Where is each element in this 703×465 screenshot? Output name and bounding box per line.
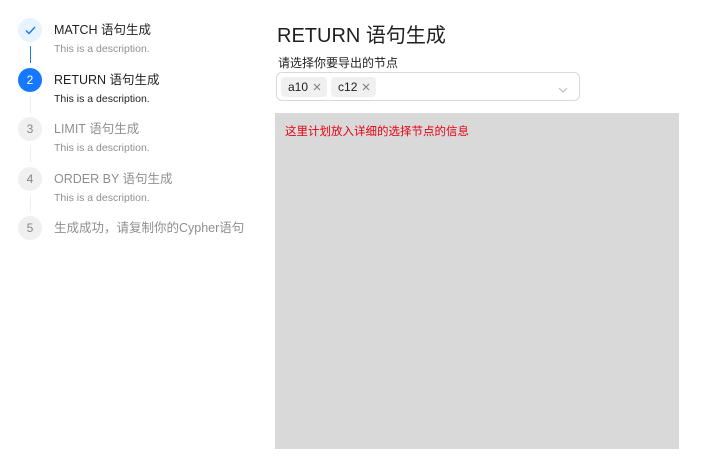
step-order-by[interactable]: 4 ORDER BY 语句生成 This is a description. [18,166,268,217]
chevron-down-icon[interactable] [558,82,568,93]
step-success[interactable]: 5 生成成功，请复制你的Cypher语句 [18,216,268,266]
step-connector [29,194,31,212]
step-description: This is a description. [54,92,150,105]
step-title: LIMIT 语句生成 [54,122,140,136]
node-detail-panel: 这里计划放入详细的选择节点的信息 [275,113,679,449]
step-number-badge: 2 [18,67,42,92]
close-icon[interactable] [312,82,322,92]
step-description: This is a description. [54,142,150,154]
step-limit[interactable]: 3 LIMIT 语句生成 This is a description. [18,117,268,167]
step-title: 生成成功，请复制你的Cypher语句 [54,221,245,235]
selected-tag: a10 [281,76,328,97]
step-connector [29,95,31,113]
step-title: MATCH 语句生成 [54,23,151,37]
check-icon [18,18,42,42]
node-select-label: 请选择你要导出的节点 [278,56,399,70]
step-title: RETURN 语句生成 [54,72,160,87]
step-number-badge: 4 [18,166,42,191]
tag-label: c12 [338,79,358,94]
page-title: RETURN 语句生成 [277,25,446,47]
tag-label: a10 [288,79,309,94]
step-description: This is a description. [54,191,150,204]
step-description: This is a description. [54,43,150,55]
selected-tag: c12 [331,76,377,97]
step-title: ORDER BY 语句生成 [54,171,173,186]
step-connector [29,145,31,162]
step-number-badge: 3 [18,117,42,141]
step-number-badge: 5 [18,216,42,240]
detail-placeholder-text: 这里计划放入详细的选择节点的信息 [285,126,469,138]
return-step-page: MATCH 语句生成 This is a description. 2 RETU… [0,0,703,465]
node-multi-select[interactable]: a10 c12 [276,72,580,101]
step-return[interactable]: 2 RETURN 语句生成 This is a description. [18,67,268,118]
step-match[interactable]: MATCH 语句生成 This is a description. [18,18,268,68]
step-connector [29,46,31,63]
steps-nav: MATCH 语句生成 This is a description. 2 RETU… [18,18,268,266]
close-icon[interactable] [361,82,371,92]
